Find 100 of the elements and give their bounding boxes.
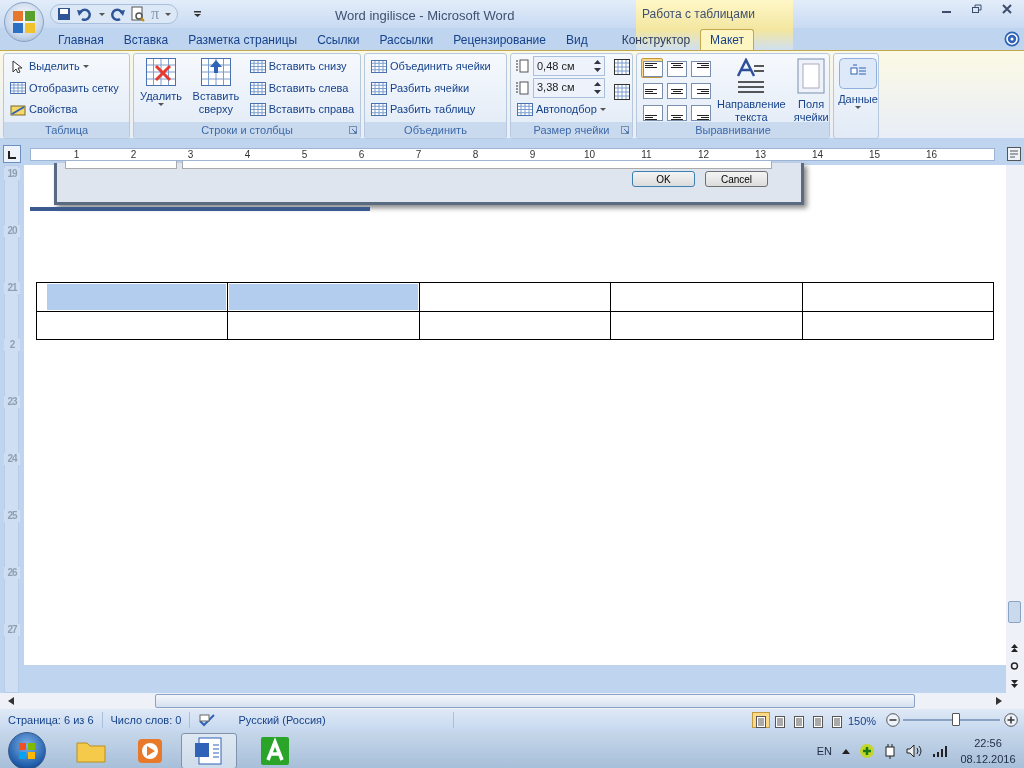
vertical-scrollbar[interactable] xyxy=(1006,165,1024,693)
restore-icon[interactable] xyxy=(972,4,982,14)
align-button[interactable] xyxy=(665,80,687,100)
dialog-launcher-icon[interactable] xyxy=(621,126,629,134)
tray-arrow-icon[interactable] xyxy=(842,748,850,754)
align-button[interactable] xyxy=(689,80,711,100)
ribbon-tab[interactable]: Вставка xyxy=(113,29,179,50)
print-preview-icon[interactable] xyxy=(131,6,145,22)
spinner-arrows-icon[interactable] xyxy=(594,60,601,72)
caret-icon[interactable] xyxy=(99,12,105,16)
scroll-right-icon[interactable] xyxy=(996,697,1002,705)
ruler-number: 6 xyxy=(357,149,366,160)
ribbon-tab[interactable]: Разметка страницы xyxy=(178,29,308,50)
redo-icon[interactable] xyxy=(111,7,125,21)
window-title: Word ingilisce - Microsoft Word xyxy=(335,7,515,25)
cell-margins-icon xyxy=(796,58,827,94)
customize-icon[interactable] xyxy=(194,11,201,17)
ruler-number: 16 xyxy=(924,149,939,160)
save-icon[interactable] xyxy=(57,7,71,21)
ribbon-button[interactable]: Вставить справа xyxy=(247,99,356,120)
taskbar-button[interactable] xyxy=(181,733,237,768)
previous-page-icon[interactable] xyxy=(1010,643,1019,653)
spinner-arrows-icon[interactable] xyxy=(594,81,601,94)
dropdown-button[interactable]: Выделить xyxy=(8,56,121,77)
ribbon-tab[interactable]: Главная xyxy=(48,29,114,50)
clock-date: 08.12.2016 xyxy=(959,752,1017,767)
ribbon-button[interactable]: Направление текста xyxy=(715,56,788,126)
align-button[interactable] xyxy=(641,58,663,78)
ribbon-button[interactable]: Свойства xyxy=(8,99,121,120)
ruler-number: 9 xyxy=(528,149,537,160)
caret-icon xyxy=(855,106,861,109)
ok-button[interactable]: OK xyxy=(632,171,695,187)
height-field[interactable]: 0,48 см xyxy=(533,56,605,76)
table-icon xyxy=(613,83,630,100)
insert-row-icon xyxy=(200,58,231,86)
dialog-launcher-icon[interactable] xyxy=(349,126,357,134)
tab-selector[interactable] xyxy=(3,145,21,163)
autofit-icon xyxy=(517,103,533,116)
ribbon-button[interactable]: Объединить ячейки xyxy=(369,56,493,77)
properties-icon xyxy=(10,103,26,116)
slider-thumb[interactable] xyxy=(952,713,961,726)
align-button[interactable] xyxy=(665,58,687,78)
clock[interactable]: 22:56 08.12.2016 xyxy=(958,735,1018,767)
ribbon-button[interactable]: Вставить снизу xyxy=(247,56,356,77)
ribbon-button[interactable]: Разбить таблицу xyxy=(369,99,493,120)
align-button[interactable] xyxy=(641,102,663,122)
cancel-button[interactable]: Cancel xyxy=(705,171,768,187)
zoom-in-icon[interactable] xyxy=(1004,713,1018,727)
caret-icon[interactable] xyxy=(165,12,172,16)
ribbon-tab[interactable]: Вид xyxy=(555,29,598,50)
office-button[interactable] xyxy=(4,2,44,42)
plug-icon[interactable] xyxy=(884,743,896,759)
scroll-thumb[interactable] xyxy=(1008,601,1021,623)
ribbon-button[interactable]: Разбить ячейки xyxy=(369,77,493,99)
volume-icon[interactable] xyxy=(906,744,922,758)
distribute-button[interactable] xyxy=(611,81,632,102)
ribbon-tab[interactable]: Макет xyxy=(700,29,755,50)
ruler-number: 14 xyxy=(810,149,825,160)
ribbon-button[interactable]: Вставить слева xyxy=(247,77,356,99)
caret-icon xyxy=(158,103,164,106)
plus-icon[interactable] xyxy=(860,744,874,758)
view-icon xyxy=(755,716,767,729)
align-button[interactable] xyxy=(641,80,663,100)
start-button[interactable] xyxy=(8,732,46,768)
spelling-check-icon[interactable] xyxy=(198,713,217,727)
ribbon-tab[interactable]: Рецензирование xyxy=(443,29,556,50)
distribute-button[interactable] xyxy=(611,56,632,77)
dropdown-button[interactable]: Автоподбор xyxy=(515,99,608,120)
ribbon-button[interactable]: Вставить сверху xyxy=(188,56,244,118)
close-icon[interactable] xyxy=(1002,4,1012,14)
ruler-number: 11 xyxy=(640,149,653,160)
view-button[interactable] xyxy=(752,712,770,728)
text-direction-icon xyxy=(736,58,767,94)
table-icon xyxy=(613,58,630,75)
ribbon-tab[interactable]: Ссылки xyxy=(307,29,370,50)
group-title: Таблица xyxy=(44,124,89,136)
next-page-icon[interactable] xyxy=(1010,679,1019,689)
help-icon[interactable] xyxy=(1004,31,1020,47)
dropdown-button[interactable]: Удалить xyxy=(138,56,184,108)
row-height-icon xyxy=(515,58,531,74)
ribbon-tab[interactable]: Рассылки xyxy=(369,29,444,50)
width-field[interactable]: 3,38 см xyxy=(533,77,605,98)
scroll-thumb[interactable] xyxy=(155,694,915,708)
language-indicator[interactable]: EN xyxy=(816,742,832,760)
signal-icon[interactable] xyxy=(932,745,948,757)
zoom-out-icon[interactable] xyxy=(886,713,900,727)
ruler-number: 1 xyxy=(72,149,81,160)
browse-object-icon[interactable] xyxy=(1010,661,1019,671)
align-button[interactable] xyxy=(689,58,711,78)
scroll-left-icon[interactable] xyxy=(8,697,14,705)
align-button[interactable] xyxy=(689,102,711,122)
ribbon-tab[interactable]: Конструктор xyxy=(611,29,701,50)
align-button[interactable] xyxy=(665,102,687,122)
zoom-level[interactable]: 150% xyxy=(848,713,877,730)
ribbon-button[interactable]: Отобразить сетку xyxy=(8,77,121,99)
undo-icon[interactable] xyxy=(77,7,93,21)
horizontal-scrollbar[interactable] xyxy=(0,693,1024,709)
view-ruler-icon[interactable] xyxy=(1007,147,1021,161)
align-icon xyxy=(691,105,711,122)
column-width-icon xyxy=(515,79,531,96)
